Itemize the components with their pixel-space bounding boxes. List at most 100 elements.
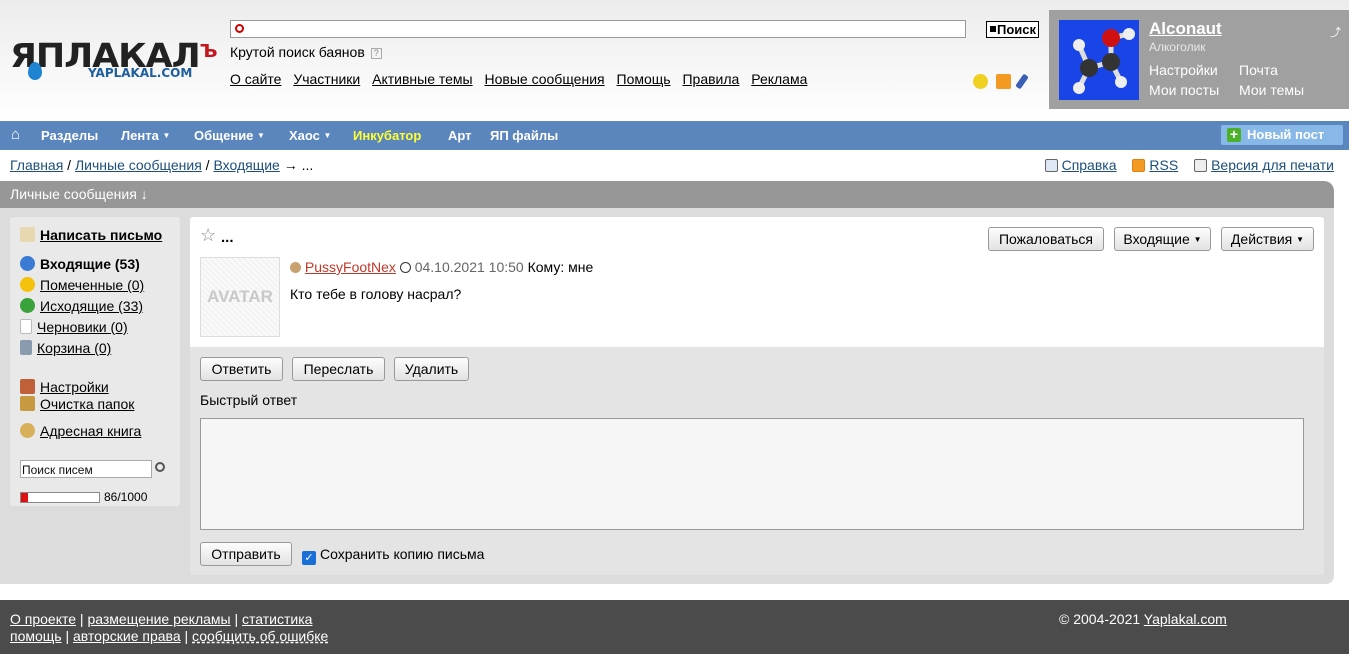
breadcrumb-inbox[interactable]: Входящие: [213, 157, 279, 173]
printer-icon: [1194, 159, 1208, 172]
sidebar-item-outbox[interactable]: Исходящие (33): [20, 298, 143, 314]
menu-communication[interactable]: Общение ▼: [194, 128, 265, 143]
menu-sections[interactable]: Разделы: [41, 128, 98, 143]
help-link[interactable]: Справка: [1062, 157, 1117, 173]
nav-members[interactable]: Участники: [293, 71, 360, 87]
print-link[interactable]: Версия для печати: [1211, 157, 1334, 173]
trash-icon: [20, 340, 32, 355]
rss-icon[interactable]: [996, 73, 1011, 89]
user-avatar[interactable]: [1059, 20, 1139, 100]
section-title[interactable]: Личные сообщения ↓: [0, 181, 1334, 208]
sidebar-item-settings[interactable]: Настройки: [20, 379, 109, 395]
sidebar-item-clean[interactable]: Очистка папок: [20, 396, 134, 412]
sender-name[interactable]: PussyFootNex: [305, 259, 396, 275]
new-post-label: Новый пост: [1247, 127, 1325, 142]
menu-feed[interactable]: Лента ▼: [121, 128, 170, 143]
header: ЯПЛАКАЛЪ YAPLAKAL.COM Поиск Крутой поиск…: [0, 0, 1349, 120]
settings-label: Настройки: [40, 379, 109, 395]
home-icon[interactable]: ⌂: [11, 126, 20, 143]
actions-dropdown[interactable]: Действия ▼: [1221, 227, 1314, 251]
folder-dropdown-label: Входящие: [1123, 231, 1190, 247]
breadcrumb-home[interactable]: Главная: [10, 157, 63, 173]
search-icon[interactable]: [155, 462, 165, 472]
footer: О проекте | размещение рекламы | статист…: [0, 600, 1349, 654]
mail-search-input[interactable]: Поиск писем: [20, 460, 152, 478]
folder-label: Корзина (0): [37, 340, 112, 356]
new-post-button[interactable]: + Новый пост: [1221, 125, 1343, 145]
footer-help[interactable]: помощь: [10, 628, 62, 644]
send-button[interactable]: Отправить: [200, 542, 292, 566]
folder-label: Черновики (0): [37, 319, 128, 335]
username[interactable]: Alconaut: [1149, 19, 1222, 39]
folder-dropdown[interactable]: Входящие ▼: [1114, 227, 1211, 251]
pen-icon[interactable]: [1015, 73, 1029, 90]
nav-active-topics[interactable]: Активные темы: [372, 71, 473, 87]
folder-label: Входящие (53): [40, 256, 140, 272]
menu-art[interactable]: Арт: [448, 128, 472, 143]
sidebar-item-inbox[interactable]: Входящие (53): [20, 256, 140, 272]
help-icon[interactable]: ?: [370, 47, 382, 59]
save-copy-label: Сохранить копию письма: [320, 546, 485, 562]
chevron-down-icon: ▼: [1296, 235, 1305, 244]
quick-reply-textarea[interactable]: [200, 418, 1304, 530]
footer-about[interactable]: О проекте: [10, 611, 76, 627]
nav-help[interactable]: Помощь: [617, 71, 671, 87]
forward-button[interactable]: Переслать: [292, 357, 385, 381]
save-copy-checkbox[interactable]: ✓: [302, 551, 316, 565]
sidebar-item-addressbook[interactable]: Адресная книга: [20, 423, 141, 439]
main-menu: ⌂ Разделы Лента ▼ Общение ▼ Хаос ▼ Инкуб…: [0, 121, 1349, 150]
delete-button[interactable]: Удалить: [394, 357, 469, 381]
molecule-image: [1073, 28, 1135, 94]
sender-avatar[interactable]: AVATAR: [200, 257, 280, 337]
actions-dropdown-label: Действия: [1230, 231, 1293, 247]
search-button[interactable]: Поиск: [986, 21, 1039, 38]
user-topics-link[interactable]: Мои темы: [1239, 82, 1304, 98]
footer-ads[interactable]: размещение рекламы: [87, 611, 230, 627]
clean-label: Очистка папок: [40, 396, 135, 412]
footer-stats[interactable]: статистика: [242, 611, 312, 627]
user-settings-link[interactable]: Настройки: [1149, 62, 1218, 78]
nav-new-messages[interactable]: Новые сообщения: [485, 71, 605, 87]
footer-links-1: О проекте | размещение рекламы | статист…: [10, 611, 313, 627]
menu-incubator[interactable]: Инкубатор: [353, 128, 421, 143]
site-logo[interactable]: ЯПЛАКАЛЪ YAPLAKAL.COM: [10, 36, 218, 86]
star-icon: [20, 277, 35, 292]
sidebar-item-starred[interactable]: Помеченные (0): [20, 277, 144, 293]
outbox-icon: [20, 298, 35, 313]
nav-rules[interactable]: Правила: [682, 71, 739, 87]
compose-label: Написать письмо: [40, 227, 163, 243]
report-button[interactable]: Пожаловаться: [988, 227, 1104, 251]
quota-bar: [20, 492, 100, 503]
footer-copyright-link[interactable]: авторские права: [73, 628, 181, 644]
compose-button[interactable]: Написать письмо: [20, 227, 162, 243]
breadcrumb-pm[interactable]: Личные сообщения: [75, 157, 202, 173]
user-posts-link[interactable]: Мои посты: [1149, 82, 1219, 98]
sidebar-item-drafts[interactable]: Черновики (0): [20, 319, 128, 335]
clock-icon: [399, 262, 411, 273]
save-copy-option: ✓ Сохранить копию письма: [302, 546, 484, 565]
star-outline-icon[interactable]: ☆: [200, 225, 216, 246]
logout-icon[interactable]: ⤴: [1330, 24, 1341, 40]
search-input[interactable]: [230, 20, 966, 38]
reply-button[interactable]: Ответить: [200, 357, 283, 381]
footer-site-link[interactable]: Yaplakal.com: [1144, 611, 1227, 627]
quick-reply-label: Быстрый ответ: [200, 392, 298, 408]
footer-report-error[interactable]: сообщить об ошибке: [192, 628, 328, 644]
quota-text: 86/1000: [104, 490, 148, 504]
user-mail-link[interactable]: Почта: [1239, 62, 1278, 78]
menu-files[interactable]: ЯП файлы: [490, 128, 558, 143]
nav-ads[interactable]: Реклама: [751, 71, 807, 87]
nav-about[interactable]: О сайте: [230, 71, 281, 87]
menu-chaos[interactable]: Хаос ▼: [289, 128, 331, 143]
logo-subtext: YAPLAKAL.COM: [88, 66, 193, 80]
rss-icon: [1132, 159, 1146, 172]
breadcrumb: Главная / Личные сообщения / Входящие → …: [10, 157, 314, 173]
draft-icon: [20, 319, 32, 334]
star-plus-icon[interactable]: [973, 73, 988, 89]
chevron-down-icon: ▼: [1193, 235, 1202, 244]
chevron-down-icon: ▼: [162, 131, 171, 140]
sidebar-item-trash[interactable]: Корзина (0): [20, 340, 111, 356]
compose-icon: [20, 227, 35, 242]
user-panel: Alconaut Алкоголик ⤴ Настройки Почта Мои…: [1049, 10, 1349, 109]
rss-link[interactable]: RSS: [1149, 157, 1178, 173]
